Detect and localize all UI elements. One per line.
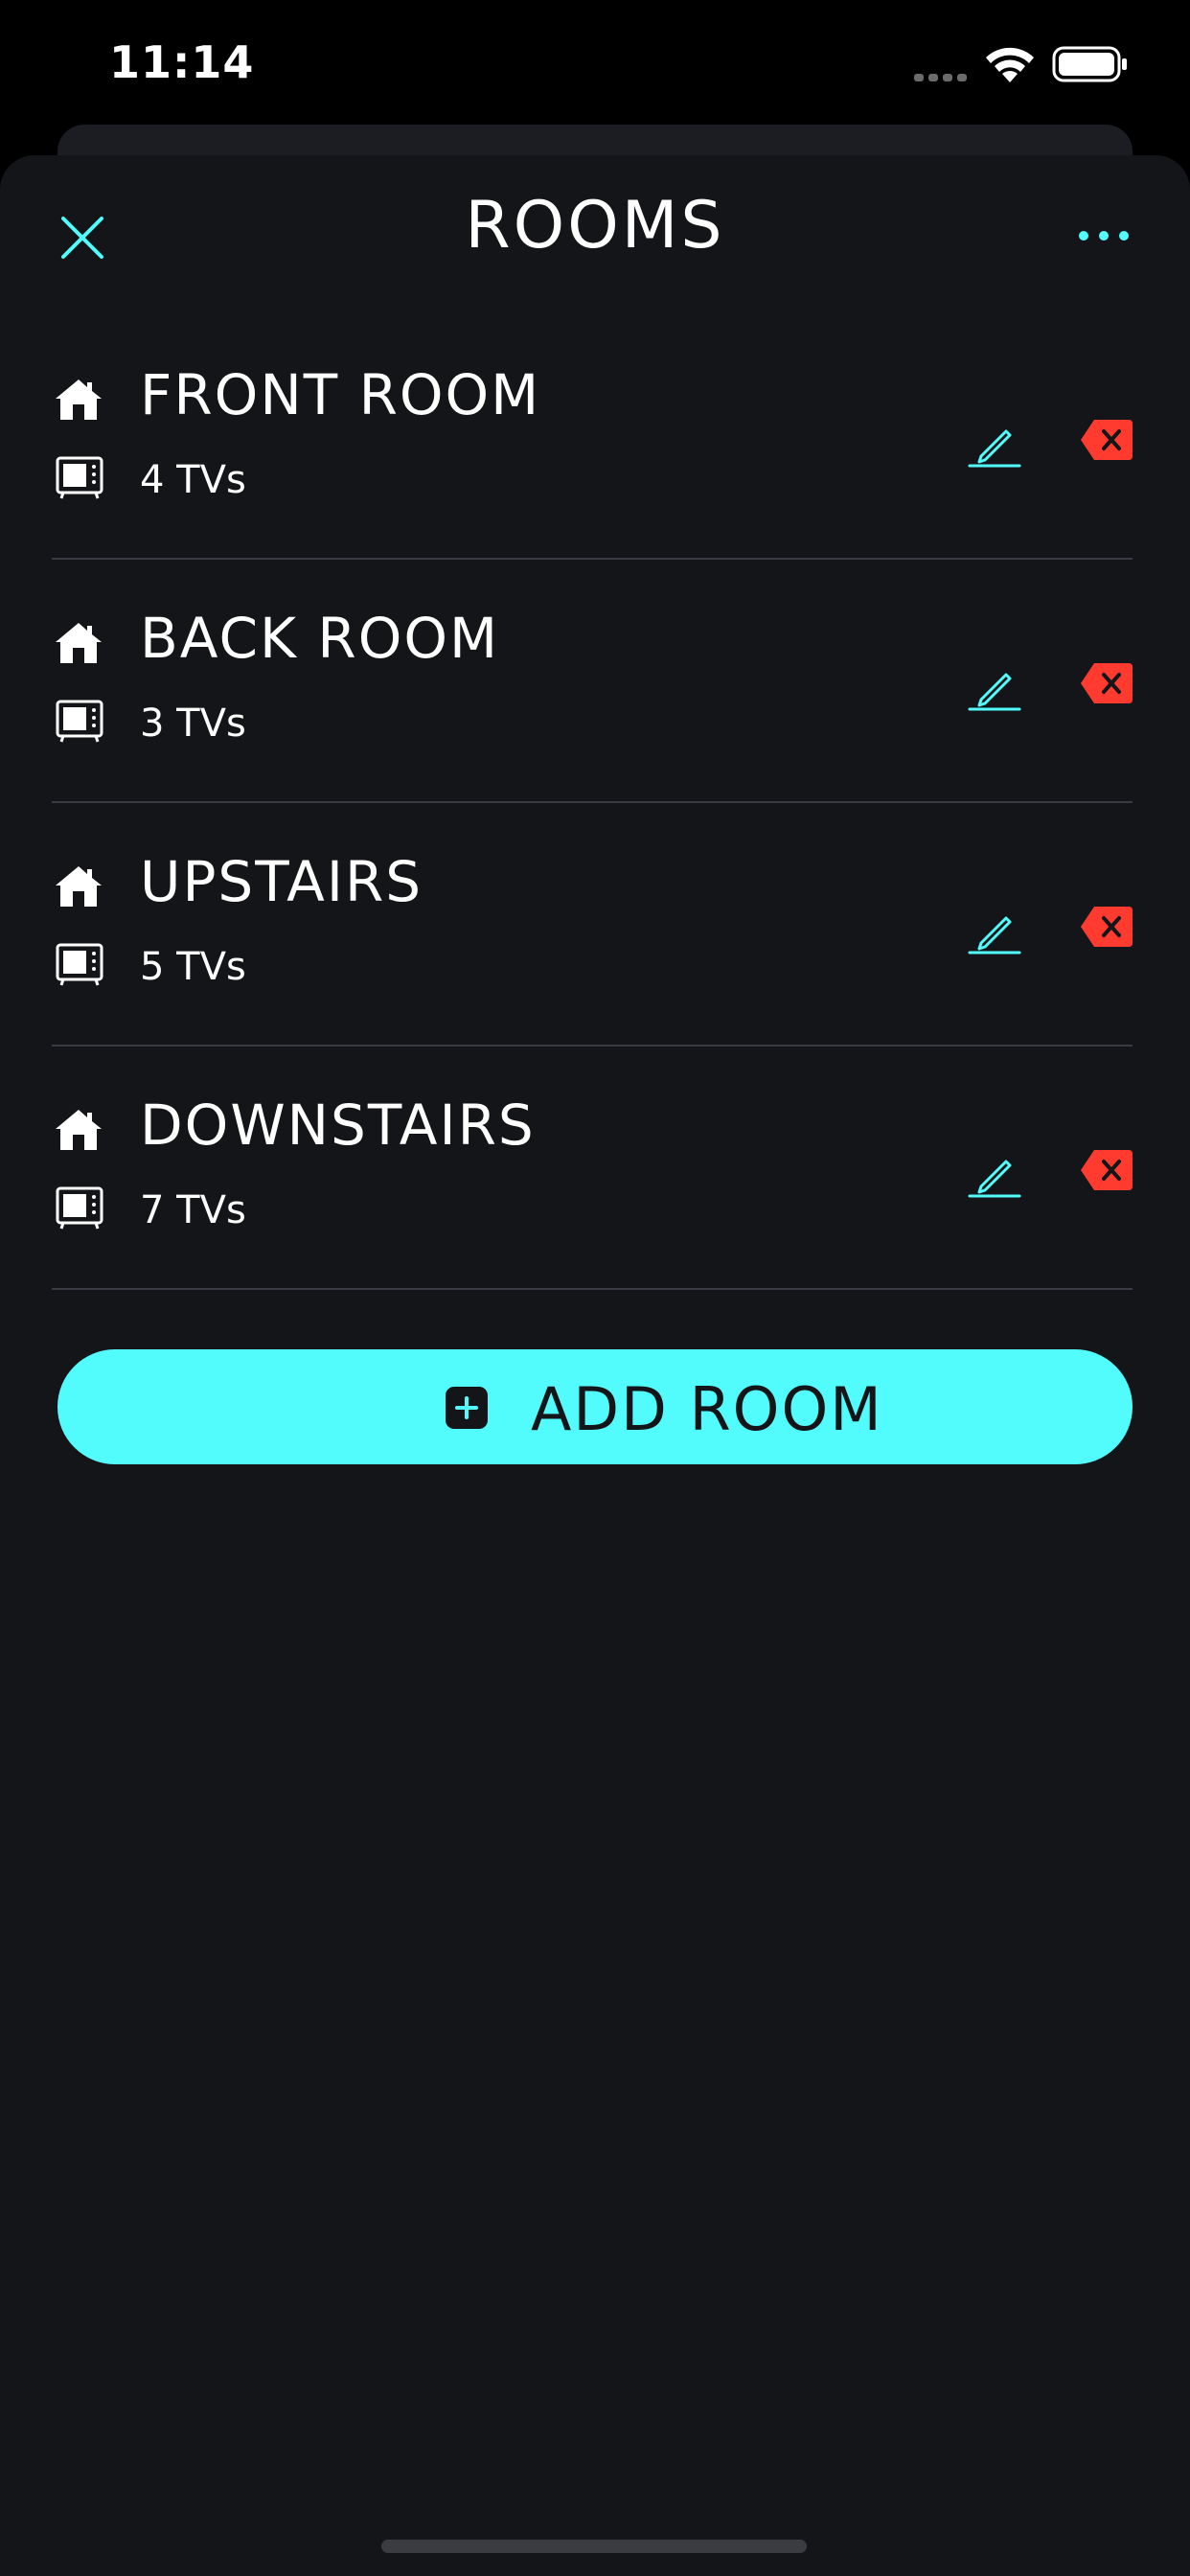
- room-list: FRONT ROOM 4 TVs BACK ROOM 3 TVs UPSTAIR…: [0, 316, 1190, 1290]
- more-dots-icon[interactable]: [1077, 226, 1131, 245]
- room-row[interactable]: FRONT ROOM 4 TVs: [0, 316, 1190, 560]
- tv-icon: [56, 700, 103, 743]
- add-room-button[interactable]: ADD ROOM: [57, 1349, 1133, 1464]
- tv-count: 3 TVs: [140, 702, 246, 746]
- backspace-delete-icon[interactable]: [1079, 416, 1134, 464]
- pencil-icon[interactable]: [968, 663, 1021, 711]
- backspace-delete-icon[interactable]: [1079, 659, 1134, 707]
- tv-count: 7 TVs: [140, 1188, 246, 1232]
- house-icon: [56, 1110, 102, 1150]
- status-bar: 11:14: [0, 0, 1190, 125]
- tv-count: 4 TVs: [140, 458, 246, 502]
- tv-icon: [56, 1186, 103, 1230]
- add-room-label: ADD ROOM: [531, 1374, 883, 1444]
- pencil-icon[interactable]: [968, 907, 1021, 954]
- battery-icon: [1052, 46, 1127, 82]
- room-name: DOWNSTAIRS: [140, 1092, 536, 1158]
- house-icon: [56, 623, 102, 663]
- pencil-icon[interactable]: [968, 1150, 1021, 1198]
- page-title: ROOMS: [465, 188, 725, 264]
- room-row[interactable]: DOWNSTAIRS 7 TVs: [0, 1046, 1190, 1290]
- backspace-delete-icon[interactable]: [1079, 1146, 1134, 1194]
- tv-icon: [56, 943, 103, 986]
- house-icon: [56, 380, 102, 420]
- tv-count: 5 TVs: [140, 945, 246, 989]
- home-indicator[interactable]: [381, 2540, 807, 2553]
- house-icon: [56, 866, 102, 907]
- room-name: BACK ROOM: [140, 606, 500, 671]
- room-row[interactable]: UPSTAIRS 5 TVs: [0, 803, 1190, 1046]
- tv-icon: [56, 456, 103, 499]
- room-name: UPSTAIRS: [140, 849, 423, 914]
- backspace-delete-icon[interactable]: [1079, 903, 1134, 951]
- pencil-icon[interactable]: [968, 420, 1021, 468]
- room-name: FRONT ROOM: [140, 362, 541, 427]
- room-row[interactable]: BACK ROOM 3 TVs: [0, 560, 1190, 803]
- plus-square-icon: [446, 1387, 488, 1429]
- status-time: 11:14: [109, 36, 255, 88]
- wifi-icon: [986, 47, 1034, 82]
- cellular-signal-icon: [914, 74, 967, 81]
